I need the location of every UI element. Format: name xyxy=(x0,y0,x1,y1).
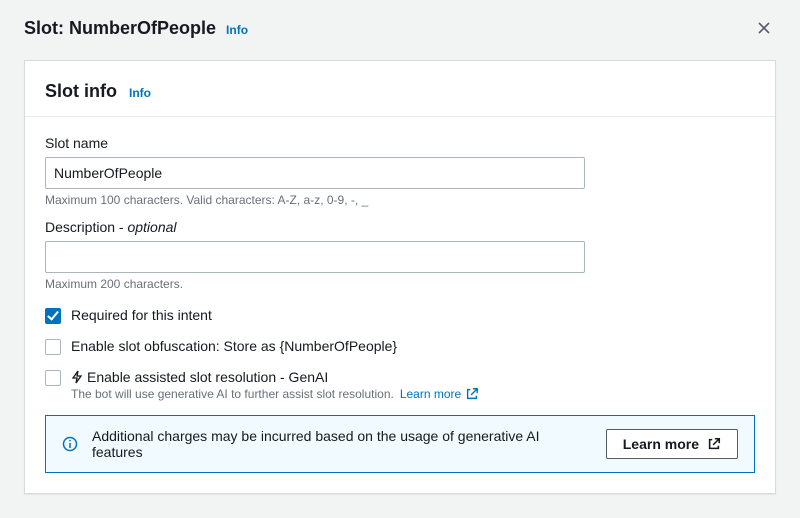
checkbox-group: Required for this intent Enable slot obf… xyxy=(45,307,755,401)
title-prefix: Slot: xyxy=(24,18,69,38)
charges-banner: Additional charges may be incurred based… xyxy=(45,415,755,473)
slot-dialog: Slot: NumberOfPeople Info Slot info Info… xyxy=(0,0,800,518)
external-icon xyxy=(707,437,721,451)
title-name: NumberOfPeople xyxy=(69,18,216,38)
required-check-row[interactable]: Required for this intent xyxy=(45,307,755,324)
page-title: Slot: NumberOfPeople Info xyxy=(24,18,248,39)
genai-sub-text: The bot will use generative AI to furthe… xyxy=(71,387,394,401)
close-icon xyxy=(756,20,772,36)
description-label-text: Description - xyxy=(45,219,127,235)
description-hint: Maximum 200 characters. xyxy=(45,277,755,291)
description-input[interactable] xyxy=(45,241,585,273)
slot-name-label: Slot name xyxy=(45,135,755,151)
panel-body: Slot name Maximum 100 characters. Valid … xyxy=(25,117,775,493)
description-field: Description - optional Maximum 200 chara… xyxy=(45,219,755,291)
lightning-icon xyxy=(71,370,83,384)
obfuscation-checkbox[interactable] xyxy=(45,339,61,355)
external-icon xyxy=(465,387,479,401)
genai-label: Enable assisted slot resolution - GenAI xyxy=(87,369,328,385)
obfuscation-check-row[interactable]: Enable slot obfuscation: Store as {Numbe… xyxy=(45,338,755,355)
dialog-header: Slot: NumberOfPeople Info xyxy=(0,0,800,48)
learn-more-button[interactable]: Learn more xyxy=(606,429,738,459)
genai-checkbox[interactable] xyxy=(45,370,61,386)
close-button[interactable] xyxy=(752,16,776,40)
learn-more-button-text: Learn more xyxy=(623,436,699,452)
genai-sub: The bot will use generative AI to furthe… xyxy=(71,387,479,401)
panel-title: Slot info xyxy=(45,81,117,102)
panel-header: Slot info Info xyxy=(25,61,775,117)
obfuscation-label: Enable slot obfuscation: Store as {Numbe… xyxy=(71,338,397,354)
genai-learn-more-text: Learn more xyxy=(400,387,461,401)
slot-name-input[interactable] xyxy=(45,157,585,189)
description-optional: optional xyxy=(127,219,176,235)
slot-name-hint: Maximum 100 characters. Valid characters… xyxy=(45,193,755,207)
required-checkbox[interactable] xyxy=(45,308,61,324)
panel-info-link[interactable]: Info xyxy=(129,86,151,100)
slot-name-field: Slot name Maximum 100 characters. Valid … xyxy=(45,135,755,207)
info-icon xyxy=(62,436,78,452)
header-info-link[interactable]: Info xyxy=(226,23,248,37)
banner-text: Additional charges may be incurred based… xyxy=(92,428,592,460)
genai-label-row[interactable]: Enable assisted slot resolution - GenAI xyxy=(71,369,479,385)
required-label: Required for this intent xyxy=(71,307,212,323)
description-label: Description - optional xyxy=(45,219,755,235)
genai-check-row: Enable assisted slot resolution - GenAI … xyxy=(45,369,755,401)
genai-learn-more-link[interactable]: Learn more xyxy=(400,387,479,401)
slot-info-panel: Slot info Info Slot name Maximum 100 cha… xyxy=(24,60,776,494)
